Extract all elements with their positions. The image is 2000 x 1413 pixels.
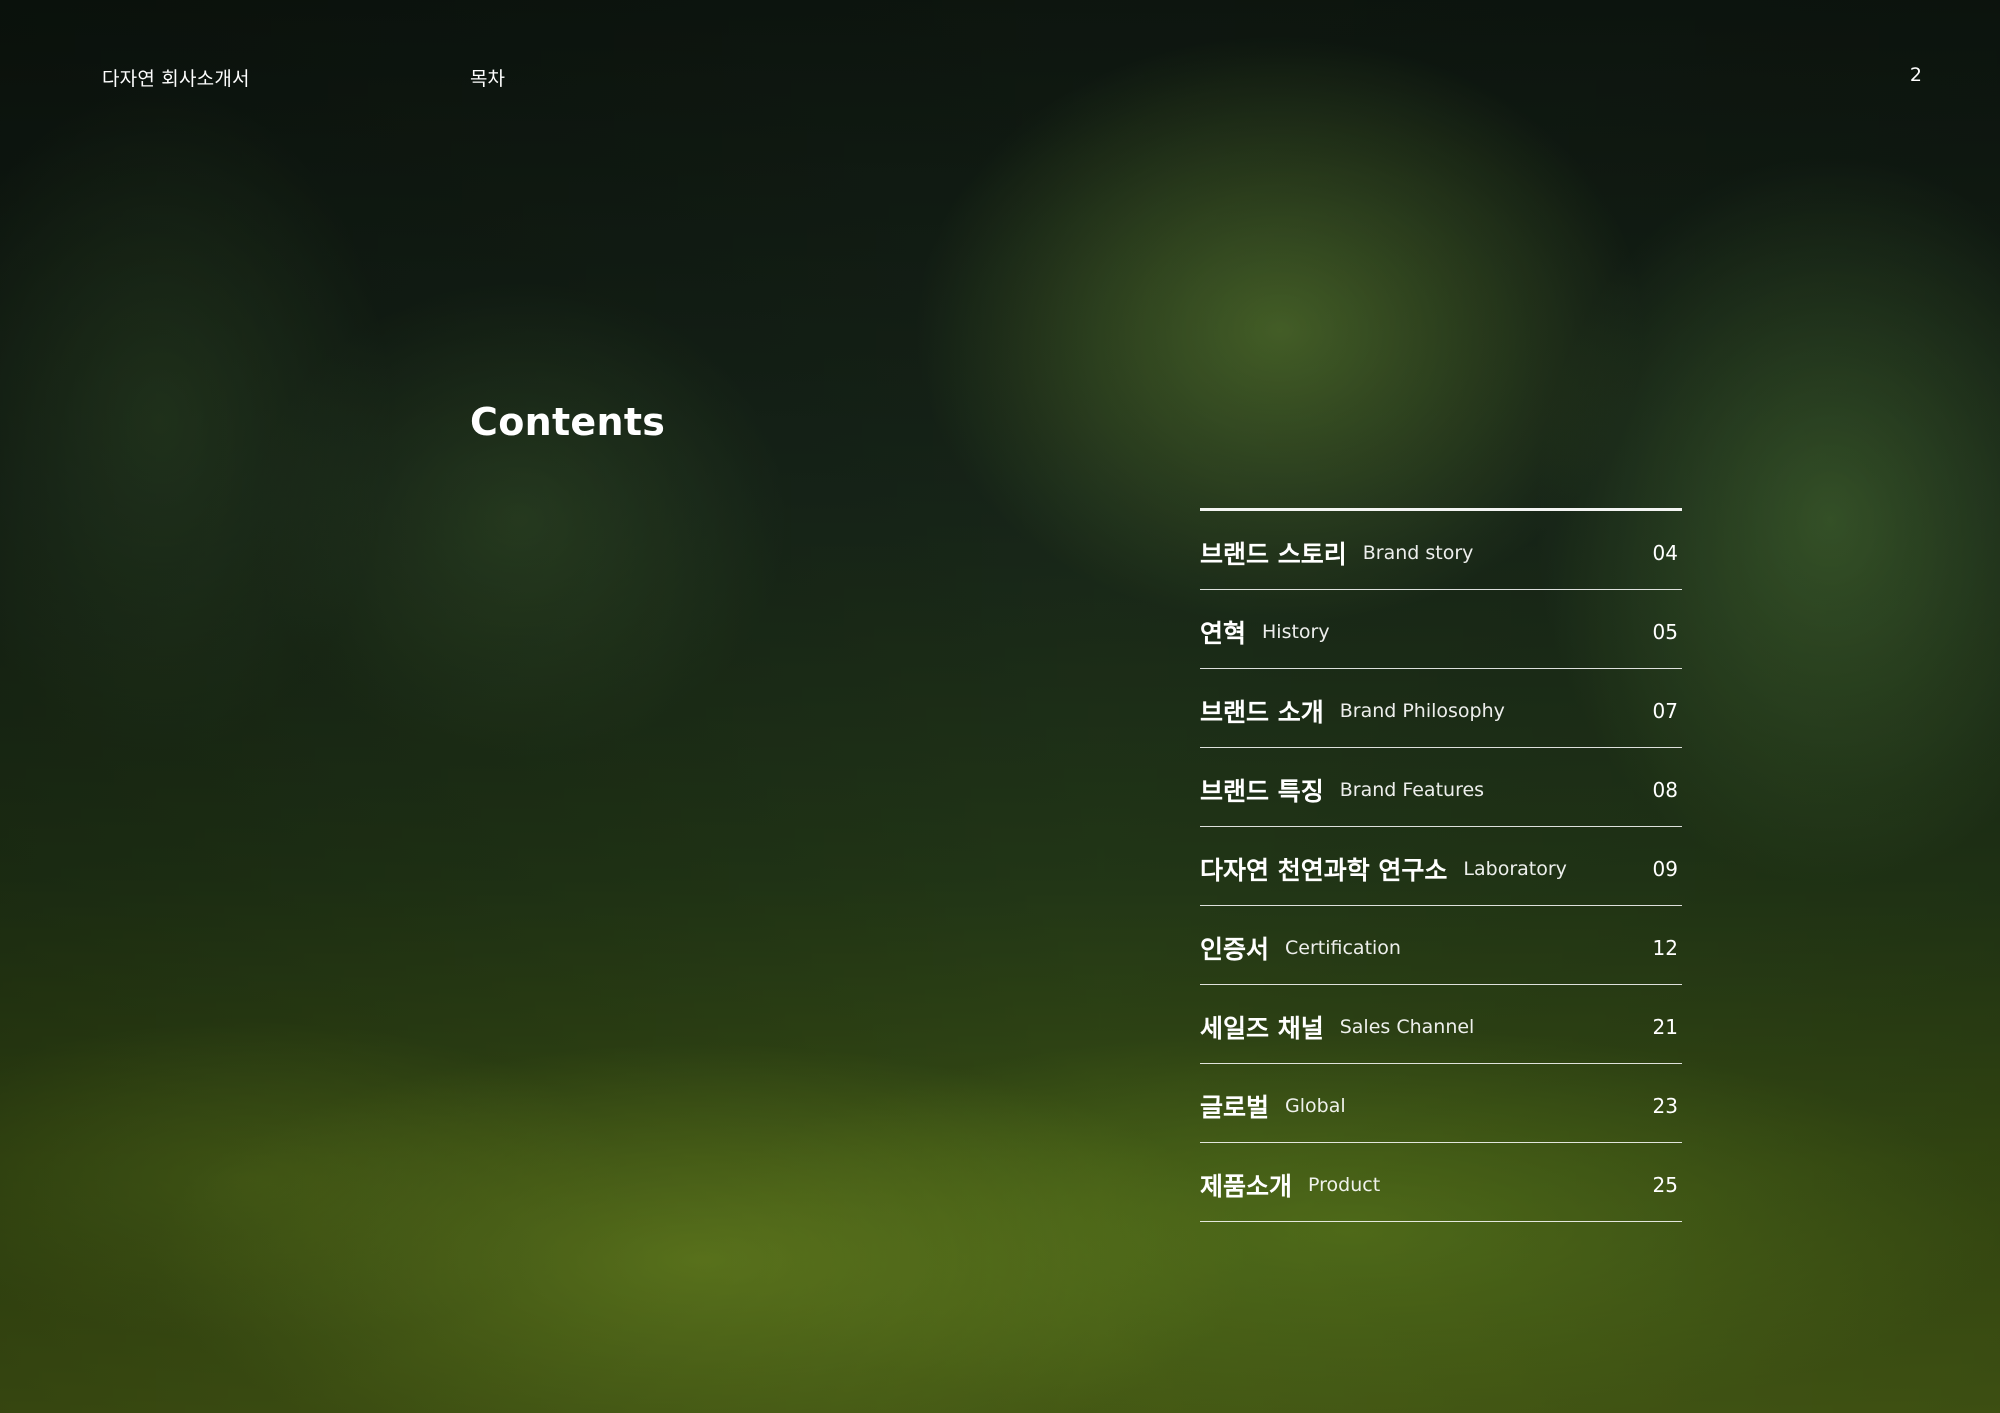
toc-item-page: 21 xyxy=(1652,1015,1678,1039)
toc-item-english-title: Certification xyxy=(1285,937,1401,959)
section-label: 목차 xyxy=(470,68,505,90)
toc-item-korean-title: 브랜드 스토리 xyxy=(1200,540,1347,569)
toc-item-laboratory[interactable]: 다자연 천연과학 연구소 Laboratory 09 xyxy=(1200,827,1682,906)
toc-item-page: 05 xyxy=(1652,620,1678,644)
toc-item-english-title: Laboratory xyxy=(1463,858,1567,880)
toc-item-korean-title: 다자연 천연과학 연구소 xyxy=(1200,856,1448,885)
toc-item-sales-channel[interactable]: 세일즈 채널 Sales Channel 21 xyxy=(1200,985,1682,1064)
toc-item-page: 07 xyxy=(1652,699,1678,723)
page-number: 2 xyxy=(1909,64,1922,86)
toc-item-page: 04 xyxy=(1652,541,1678,565)
toc-item-english-title: Brand story xyxy=(1362,542,1474,564)
toc-item-certification[interactable]: 인증서 Certification 12 xyxy=(1200,906,1682,985)
toc-item-page: 08 xyxy=(1652,778,1678,802)
contents-heading: Contents xyxy=(470,400,666,444)
toc-item-english-title: Brand Philosophy xyxy=(1339,700,1505,722)
toc-item-brand-features[interactable]: 브랜드 특징 Brand Features 08 xyxy=(1200,748,1682,827)
toc-item-korean-title: 세일즈 채널 xyxy=(1200,1014,1324,1043)
background-photo-overlay xyxy=(0,0,2000,1413)
toc-item-korean-title: 연혁 xyxy=(1200,619,1247,648)
toc-item-korean-title: 제품소개 xyxy=(1200,1172,1293,1201)
toc-item-korean-title: 인증서 xyxy=(1200,935,1270,964)
toc-item-english-title: Sales Channel xyxy=(1339,1016,1475,1038)
toc-item-page: 09 xyxy=(1652,857,1678,881)
toc-item-product[interactable]: 제품소개 Product 25 xyxy=(1200,1143,1682,1222)
toc-item-english-title: History xyxy=(1262,621,1330,643)
toc-item-brand-story[interactable]: 브랜드 스토리 Brand story 04 xyxy=(1200,511,1682,590)
toc-item-page: 12 xyxy=(1652,936,1678,960)
toc-item-english-title: Brand Features xyxy=(1339,779,1485,801)
toc-item-page: 23 xyxy=(1652,1094,1678,1118)
toc-item-korean-title: 글로벌 xyxy=(1200,1093,1270,1122)
toc-item-english-title: Product xyxy=(1308,1174,1381,1196)
toc-item-history[interactable]: 연혁 History 05 xyxy=(1200,590,1682,669)
toc-item-global[interactable]: 글로벌 Global 23 xyxy=(1200,1064,1682,1143)
toc-item-page: 25 xyxy=(1652,1173,1678,1197)
table-of-contents: 브랜드 스토리 Brand story 04 연혁 History 05 브랜드… xyxy=(1200,508,1682,1222)
toc-item-brand-philosophy[interactable]: 브랜드 소개 Brand Philosophy 07 xyxy=(1200,669,1682,748)
toc-item-korean-title: 브랜드 소개 xyxy=(1200,698,1324,727)
toc-item-english-title: Global xyxy=(1285,1095,1346,1117)
toc-item-korean-title: 브랜드 특징 xyxy=(1200,777,1324,806)
company-title: 다자연 회사소개서 xyxy=(102,68,250,90)
